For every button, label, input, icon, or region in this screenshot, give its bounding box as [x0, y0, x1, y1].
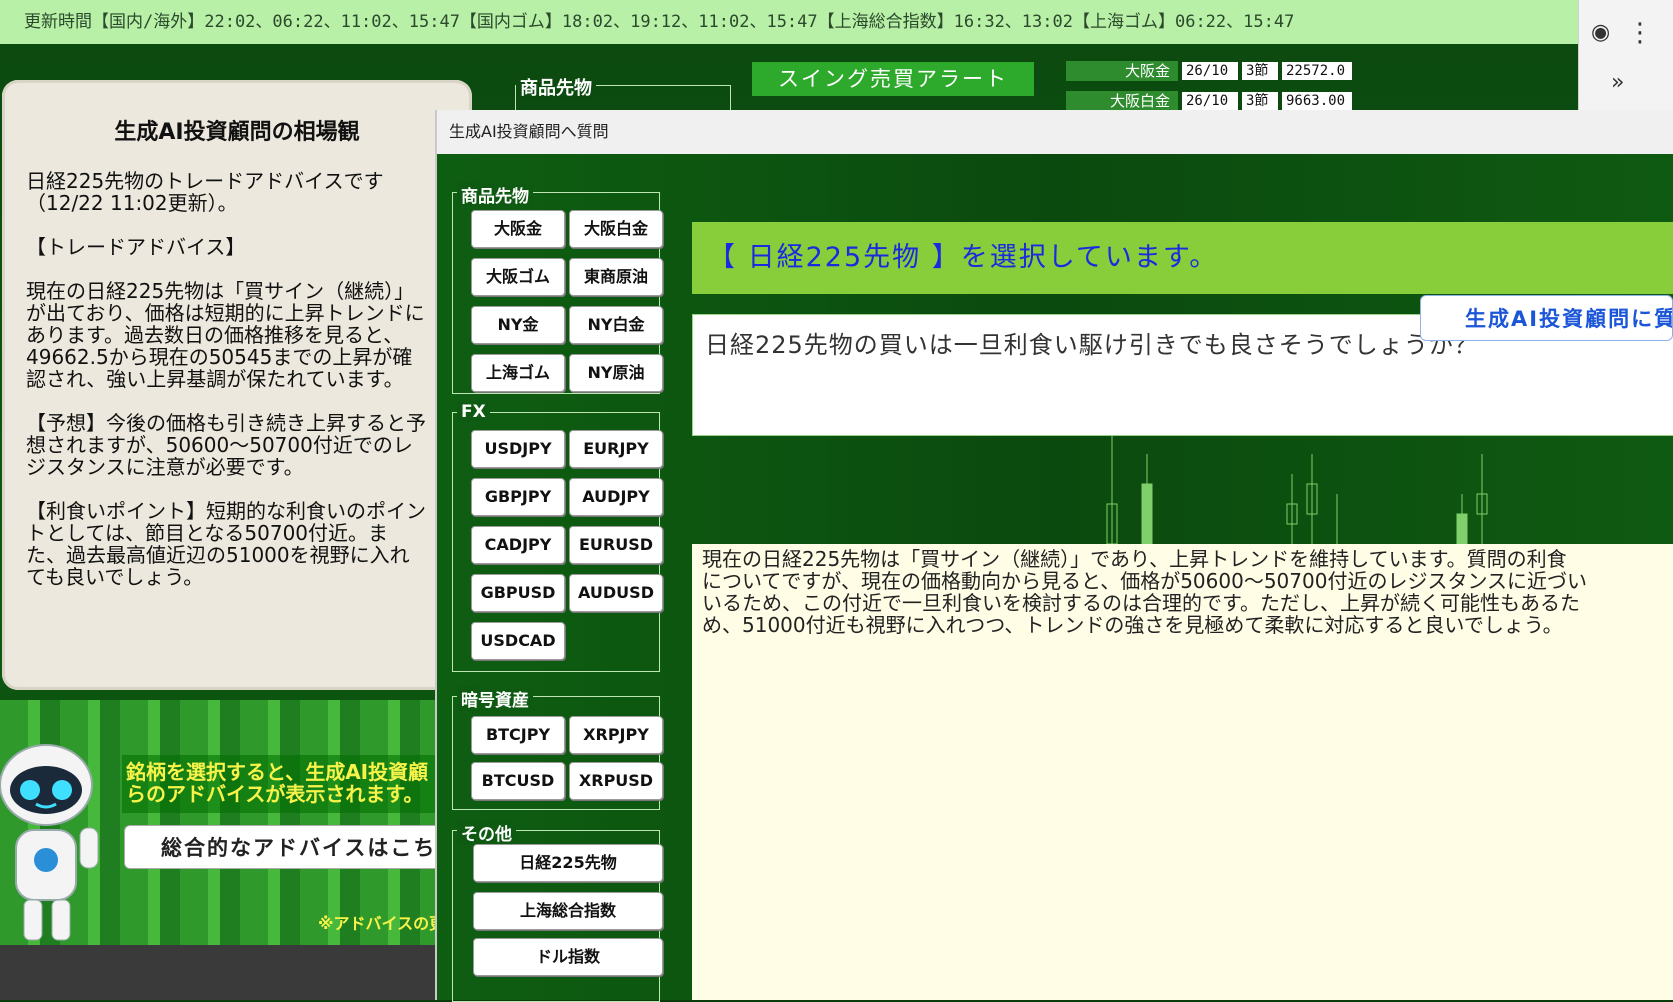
- price-row-osaka-gold: 大阪金 26/10 3節 22572.0: [1066, 61, 1356, 83]
- advice-update-note: ※アドバイスの更: [318, 914, 446, 933]
- audjpy-button[interactable]: AUDJPY: [569, 478, 663, 516]
- ask-ai-advisor-button[interactable]: 生成AI投資顧問に質: [1420, 295, 1673, 341]
- ny-crude-button[interactable]: NY原油: [569, 354, 663, 392]
- btcjpy-button[interactable]: BTCJPY: [471, 716, 565, 754]
- price-name: 大阪金: [1066, 61, 1178, 81]
- selected-instrument-banner: 【 日経225先物 】を選択しています。: [692, 222, 1673, 294]
- ai-advisor-question-dialog: 生成AI投資顧問へ質問 商品先物 大阪金 大阪白金 大阪ゴム 東商原油 NY金 …: [435, 110, 1673, 1002]
- other-label: その他: [457, 820, 516, 845]
- osaka-rubber-button[interactable]: 大阪ゴム: [471, 258, 565, 296]
- nikkei225-futures-button[interactable]: 日経225先物: [473, 844, 663, 882]
- browser-toolbar-side: ◉ ⋮ »: [1578, 0, 1673, 110]
- ny-platinum-button[interactable]: NY白金: [569, 306, 663, 344]
- price-session: 3節: [1242, 62, 1278, 80]
- shanghai-composite-button[interactable]: 上海総合指数: [473, 892, 663, 930]
- osaka-gold-button[interactable]: 大阪金: [471, 210, 565, 248]
- dollar-index-button[interactable]: ドル指数: [473, 938, 663, 976]
- price-session: 3節: [1242, 92, 1278, 110]
- usdcad-button[interactable]: USDCAD: [471, 622, 565, 660]
- cadjpy-button[interactable]: CADJPY: [471, 526, 565, 564]
- kebab-menu-icon[interactable]: ⋮: [1627, 18, 1653, 48]
- gbpjpy-button[interactable]: GBPJPY: [471, 478, 565, 516]
- dialog-title: 生成AI投資顧問へ質問: [437, 110, 1673, 154]
- hint-text: 銘柄を選択すると、生成AI投資顧 らのアドバイスが表示されます。: [122, 755, 442, 813]
- overall-advice-button[interactable]: 総合的なアドバイスはこち: [124, 825, 454, 869]
- swing-alert-button[interactable]: スイング売買アラート: [752, 62, 1034, 96]
- tocom-crude-button[interactable]: 東商原油: [569, 258, 663, 296]
- robot-mascot-icon: [0, 744, 99, 941]
- ny-gold-button[interactable]: NY金: [471, 306, 565, 344]
- update-times-ticker: 更新時間【国内/海外】22:02、06:22、11:02、15:47【国内ゴム】…: [0, 0, 1578, 44]
- osaka-platinum-button[interactable]: 大阪白金: [569, 210, 663, 248]
- price-contract: 26/10: [1182, 62, 1238, 80]
- usdjpy-button[interactable]: USDJPY: [471, 430, 565, 468]
- shanghai-rubber-button[interactable]: 上海ゴム: [471, 354, 565, 392]
- audusd-button[interactable]: AUDUSD: [569, 574, 663, 612]
- xrpusd-button[interactable]: XRPUSD: [569, 762, 663, 800]
- eurjpy-button[interactable]: EURJPY: [569, 430, 663, 468]
- crypto-label: 暗号資産: [457, 686, 533, 711]
- fx-label: FX: [457, 402, 490, 422]
- price-value: 9663.00: [1282, 92, 1352, 110]
- eurusd-button[interactable]: EURUSD: [569, 526, 663, 564]
- background-commodity-label: 商品先物: [516, 74, 596, 100]
- price-contract: 26/10: [1182, 92, 1238, 110]
- bookmarks-overflow-icon[interactable]: »: [1611, 70, 1624, 95]
- price-value: 22572.0: [1282, 62, 1352, 80]
- advice-title: 生成AI投資顧問の相場観: [114, 120, 360, 145]
- gbpusd-button[interactable]: GBPUSD: [471, 574, 565, 612]
- dialog-body: 商品先物 大阪金 大阪白金 大阪ゴム 東商原油 NY金 NY白金 上海ゴム NY…: [437, 154, 1673, 1002]
- advice-speech-bubble: 生成AI投資顧問の相場観 日経225先物のトレードアドバイスです（12/22 1…: [2, 80, 472, 690]
- commodity-futures-label: 商品先物: [457, 182, 533, 207]
- advice-text: 日経225先物のトレードアドバイスです（12/22 11:02更新）。 【トレー…: [26, 169, 426, 589]
- xrpjpy-button[interactable]: XRPJPY: [569, 716, 663, 754]
- price-name: 大阪白金: [1066, 91, 1178, 111]
- left-footer-bar: [0, 945, 440, 1000]
- btcusd-button[interactable]: BTCUSD: [471, 762, 565, 800]
- extension-icon[interactable]: ◉: [1591, 20, 1610, 45]
- ai-answer-text: 現在の日経225先物は「買サイン（継続）」であり、上昇トレンドを維持しています。…: [692, 544, 1673, 1000]
